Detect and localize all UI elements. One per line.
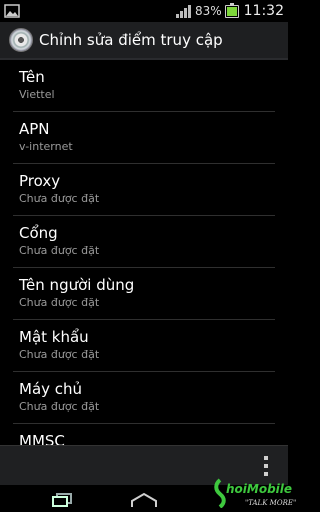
list-item-password[interactable]: Mật khẩu Chưa được đặt xyxy=(0,320,288,372)
page-title: Chỉnh sửa điểm truy cập xyxy=(39,31,223,49)
list-item-name[interactable]: Tên Viettel xyxy=(0,60,288,112)
status-time: 11:32 xyxy=(243,3,284,19)
watermark: hoiMobile "TALK MORE" xyxy=(212,478,296,512)
list-item-title: MMSC xyxy=(19,432,65,445)
settings-app-icon[interactable] xyxy=(9,28,33,52)
list-item-proxy[interactable]: Proxy Chưa được đặt xyxy=(0,164,288,216)
list-item-title: Tên người dùng xyxy=(19,276,135,294)
home-icon[interactable] xyxy=(130,491,158,509)
list-item-mmsc[interactable]: MMSC xyxy=(0,424,288,445)
list-item-title: Proxy xyxy=(19,172,61,190)
list-item-title: APN xyxy=(19,120,50,138)
list-item-port[interactable]: Cổng Chưa được đặt xyxy=(0,216,288,268)
battery-percent: 83% xyxy=(194,4,222,18)
picture-icon xyxy=(4,3,20,19)
action-bar: Chỉnh sửa điểm truy cập xyxy=(0,22,288,60)
list-item-summary: Chưa được đặt xyxy=(19,348,100,361)
list-item-summary: Chưa được đặt xyxy=(19,244,100,257)
list-item-title: Tên xyxy=(19,68,45,86)
status-indicators: 83% 11:32 xyxy=(175,0,284,22)
list-item-summary: Chưa được đặt xyxy=(19,400,100,413)
battery-icon xyxy=(224,2,239,18)
apn-settings-list: Tên Viettel APN v-internet Proxy Chưa đư… xyxy=(0,60,288,445)
list-item-summary: Chưa được đặt xyxy=(19,192,100,205)
overflow-menu-icon[interactable] xyxy=(262,456,270,476)
status-bar: 83% 11:32 xyxy=(0,0,288,22)
list-item-title: Cổng xyxy=(19,224,58,242)
list-item-summary: Chưa được đặt xyxy=(19,296,100,309)
watermark-brand: hoiMobile xyxy=(226,482,293,496)
list-item-username[interactable]: Tên người dùng Chưa được đặt xyxy=(0,268,288,320)
signal-icon xyxy=(175,4,192,18)
list-item-server[interactable]: Máy chủ Chưa được đặt xyxy=(0,372,288,424)
list-item-title: Mật khẩu xyxy=(19,328,89,346)
list-item-summary: v-internet xyxy=(19,140,73,153)
list-item-summary: Viettel xyxy=(19,88,55,101)
list-item-title: Máy chủ xyxy=(19,380,83,398)
list-item-apn[interactable]: APN v-internet xyxy=(0,112,288,164)
recent-apps-icon[interactable] xyxy=(52,493,72,507)
watermark-tagline: "TALK MORE" xyxy=(245,499,297,507)
